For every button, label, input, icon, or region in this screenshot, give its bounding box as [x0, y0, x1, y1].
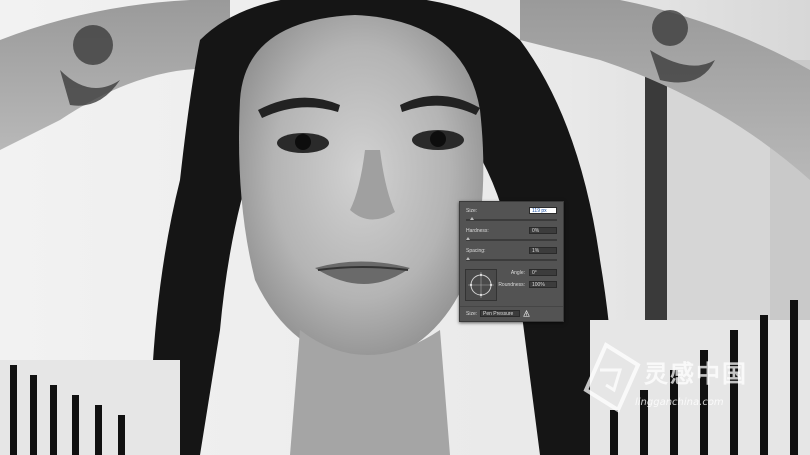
warning-icon	[523, 309, 530, 319]
brush-settings-panel[interactable]: Size: 119 px Hardness: 0% Spacing: 1% An…	[459, 201, 564, 322]
panel-divider	[460, 306, 563, 307]
roundness-label: Roundness:	[498, 282, 525, 288]
size-slider[interactable]	[466, 217, 557, 221]
hardness-slider-thumb[interactable]	[466, 237, 470, 240]
size-slider-thumb[interactable]	[470, 217, 474, 220]
hardness-field[interactable]: 0%	[529, 227, 557, 234]
brush-shape-icon	[468, 272, 494, 298]
size-control-row: Size: Pen Pressure	[466, 309, 557, 319]
image-canvas[interactable]: Size: 119 px Hardness: 0% Spacing: 1% An…	[0, 0, 810, 455]
size-control-label: Size:	[466, 311, 478, 317]
size-control-dropdown[interactable]: Pen Pressure	[480, 310, 520, 317]
angle-row: Angle: 0°	[500, 269, 557, 277]
watermark-text: 灵感中国	[644, 360, 748, 388]
spacing-field[interactable]: 1%	[529, 247, 557, 254]
roundness-row: Roundness: 100%	[498, 281, 557, 289]
hardness-label: Hardness:	[466, 228, 489, 234]
angle-field[interactable]: 0°	[529, 269, 557, 276]
hardness-slider[interactable]	[466, 237, 557, 241]
size-label: Size:	[466, 208, 478, 214]
hardness-row: Hardness: 0%	[466, 227, 557, 235]
angle-label: Angle:	[510, 270, 525, 276]
spacing-row: Spacing: 1%	[466, 247, 557, 255]
roundness-field[interactable]: 100%	[529, 281, 557, 288]
size-field[interactable]: 119 px	[529, 207, 557, 214]
spacing-label: Spacing:	[466, 248, 486, 254]
spacing-slider-thumb[interactable]	[466, 257, 470, 260]
watermark-url: lingganchina.com	[635, 397, 724, 408]
size-row: Size: 119 px	[466, 207, 557, 215]
spacing-slider[interactable]	[466, 257, 557, 261]
brush-angle-preview[interactable]	[465, 269, 497, 301]
